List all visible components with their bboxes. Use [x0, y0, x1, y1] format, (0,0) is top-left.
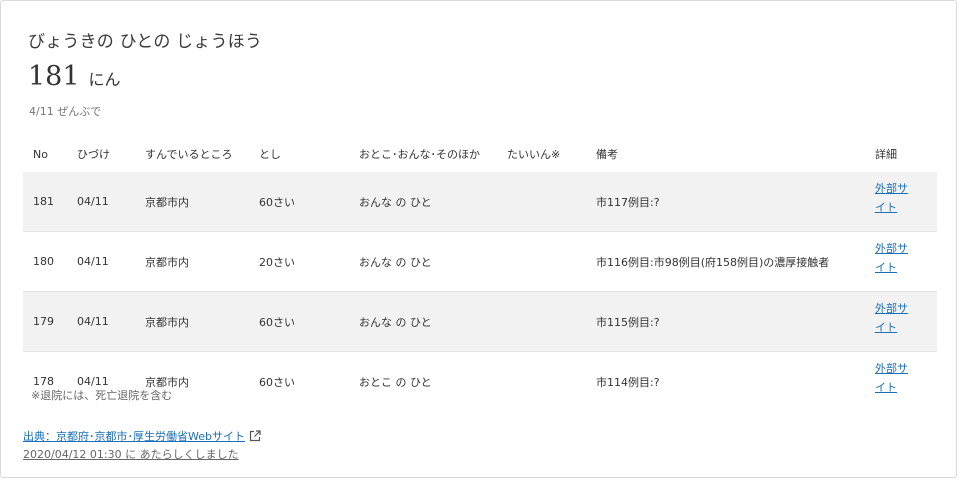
link-text-line2: イト — [875, 381, 897, 394]
cell-note: 市116例目:市98例目(府158例目)の濃厚接触者 — [596, 231, 875, 292]
cell-note: 市115例目:? — [596, 291, 875, 352]
link-text-line2: イト — [875, 321, 897, 334]
cell-no: 179 — [23, 291, 77, 352]
cell-no: 181 — [23, 172, 77, 232]
cell-date: 04/11 — [77, 231, 145, 292]
column-header-detail[interactable]: 詳細 — [875, 136, 937, 172]
table-row: 179 04/11 京都市内 60さい おんな の ひと 市115例目:? 外部… — [23, 291, 937, 352]
link-text-line1: 外部サ — [875, 242, 908, 255]
external-site-link[interactable]: 外部サ イト — [875, 179, 908, 217]
count-number: 181 — [28, 61, 80, 92]
discharge-footnote: ※退院には、死亡退院を含む — [31, 389, 173, 402]
link-text-line1: 外部サ — [875, 302, 908, 315]
cell-date: 04/11 — [77, 172, 145, 232]
cell-detail: 外部サ イト — [875, 172, 937, 232]
external-site-link[interactable]: 外部サ イト — [875, 359, 908, 397]
column-header-discharged[interactable]: たいいん※ — [507, 136, 596, 172]
card-title: びょうきの ひとの じょうほう — [28, 32, 263, 52]
card-subtitle: 4/11 ぜんぶで — [29, 105, 102, 118]
cell-detail: 外部サ イト — [875, 291, 937, 352]
link-text-line2: イト — [875, 261, 897, 274]
patients-table: No ひづけ すんでいるところ とし おとこ･おんな･そのほか たいいん※ 備考… — [23, 136, 937, 411]
cell-sex: おんな の ひと — [359, 172, 507, 232]
last-updated: 2020/04/12 01:30 に あたらしくしました — [23, 448, 239, 461]
link-text-line1: 外部サ — [875, 182, 908, 195]
cell-sex: おんな の ひと — [359, 231, 507, 292]
cell-residence: 京都市内 — [145, 231, 259, 292]
count-unit: にん — [88, 70, 121, 89]
patient-count: 181 にん — [28, 61, 121, 92]
cell-age: 60さい — [259, 375, 295, 389]
cell-discharged — [507, 231, 596, 292]
cell-sex: おんな の ひと — [359, 291, 507, 352]
column-header-sex[interactable]: おとこ･おんな･そのほか — [359, 136, 507, 172]
cell-date: 04/11 — [77, 291, 145, 352]
table-row: 180 04/11 京都市内 20さい おんな の ひと 市116例目:市98例… — [23, 231, 937, 292]
column-header-note[interactable]: 備考 — [596, 136, 875, 172]
column-header-residence[interactable]: すんでいるところ — [145, 136, 259, 172]
external-site-link[interactable]: 外部サ イト — [875, 299, 908, 337]
cell-age: 20さい — [259, 231, 359, 292]
cell-discharged — [507, 352, 596, 412]
column-header-date[interactable]: ひづけ — [77, 136, 145, 172]
cell-age: 60さい — [259, 291, 359, 352]
column-header-age[interactable]: とし — [259, 136, 359, 172]
table-row: 181 04/11 京都市内 60さい おんな の ひと 市117例目:? 外部… — [23, 172, 937, 232]
external-link-icon — [249, 430, 261, 442]
cell-age: 60さい — [259, 172, 359, 232]
cell-discharged — [507, 291, 596, 352]
table-header-row: No ひづけ すんでいるところ とし おとこ･おんな･そのほか たいいん※ 備考… — [23, 136, 937, 172]
cell-detail: 外部サ イト — [875, 352, 937, 412]
external-site-link[interactable]: 外部サ イト — [875, 239, 908, 277]
link-text-line1: 外部サ — [875, 362, 908, 375]
cell-no: 180 — [23, 231, 77, 292]
cell-sex: おとこ の ひと — [359, 375, 432, 389]
cell-note: 市114例目:? — [596, 375, 660, 389]
link-text-line2: イト — [875, 201, 897, 214]
source-label: 出典：京都府･京都市･厚生労働省Webサイト — [23, 430, 245, 443]
cell-note: 市117例目:? — [596, 172, 875, 232]
column-header-no[interactable]: No — [23, 136, 77, 172]
cell-residence: 京都市内 — [145, 172, 259, 232]
cell-detail: 外部サ イト — [875, 231, 937, 292]
cell-discharged — [507, 172, 596, 232]
source-link[interactable]: 出典：京都府･京都市･厚生労働省Webサイト — [23, 428, 261, 444]
cell-residence: 京都市内 — [145, 291, 259, 352]
